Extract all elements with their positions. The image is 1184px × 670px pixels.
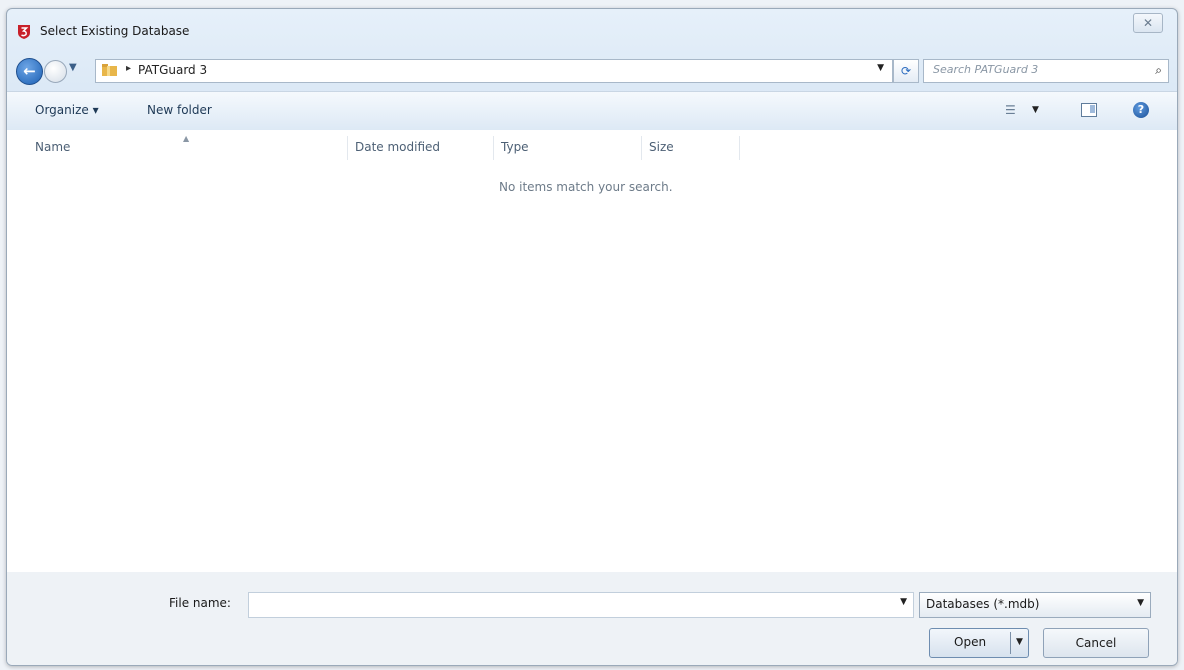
window-title: Select Existing Database bbox=[40, 24, 190, 38]
column-divider[interactable] bbox=[739, 136, 740, 160]
navigation-bar: ← ▼ ▸ PATGuard 3 ▼ ⟳ Search PATGuard 3 ⌕ bbox=[7, 54, 1177, 88]
file-type-dropdown-icon[interactable]: ▼ bbox=[1137, 598, 1144, 608]
new-folder-button[interactable]: New folder bbox=[147, 103, 212, 117]
search-icon[interactable]: ⌕ bbox=[1155, 63, 1162, 78]
recent-pages-dropdown-icon[interactable]: ▼ bbox=[69, 62, 77, 73]
breadcrumb-chevron-icon[interactable]: ▸ bbox=[126, 63, 131, 74]
dialog-footer: File name: ▼ Databases (*.mdb) ▼ Open ▼ … bbox=[7, 572, 1177, 665]
open-options-dropdown-icon[interactable]: ▼ bbox=[1016, 637, 1023, 647]
view-options-dropdown-icon[interactable]: ▼ bbox=[1032, 105, 1039, 115]
address-bar[interactable]: ▸ PATGuard 3 ▼ bbox=[95, 59, 893, 83]
file-type-value: Databases (*.mdb) bbox=[926, 597, 1040, 611]
file-list[interactable]: ▲ Name Date modified Type Size No items … bbox=[7, 130, 1177, 572]
file-name-input[interactable]: ▼ bbox=[248, 592, 914, 618]
select-database-dialog: Select Existing Database ✕ ← ▼ ▸ PATGuar… bbox=[6, 8, 1178, 666]
cancel-button[interactable]: Cancel bbox=[1043, 628, 1149, 658]
back-button[interactable]: ← bbox=[16, 58, 43, 85]
help-icon[interactable]: ? bbox=[1133, 102, 1149, 118]
title-bar: Select Existing Database ✕ bbox=[7, 9, 1177, 49]
open-split-divider bbox=[1010, 632, 1011, 654]
app-shield-icon bbox=[18, 25, 30, 39]
folder-icon bbox=[102, 64, 117, 76]
open-button[interactable]: Open ▼ bbox=[929, 628, 1029, 658]
column-divider[interactable] bbox=[347, 136, 348, 160]
open-button-label: Open bbox=[954, 635, 987, 649]
column-header-name[interactable]: Name bbox=[35, 140, 70, 154]
organize-menu-button[interactable]: Organize ▾ bbox=[35, 103, 99, 117]
address-dropdown-icon[interactable]: ▼ bbox=[877, 63, 884, 73]
command-toolbar: Organize ▾ New folder ☰ ▼ ? bbox=[7, 91, 1177, 131]
column-divider[interactable] bbox=[493, 136, 494, 160]
forward-button[interactable] bbox=[44, 60, 67, 83]
column-header-type[interactable]: Type bbox=[501, 140, 529, 154]
file-name-dropdown-icon[interactable]: ▼ bbox=[900, 597, 907, 607]
empty-folder-message: No items match your search. bbox=[499, 180, 673, 194]
search-box[interactable]: Search PATGuard 3 ⌕ bbox=[923, 59, 1169, 83]
column-header-size[interactable]: Size bbox=[649, 140, 674, 154]
file-type-select[interactable]: Databases (*.mdb) ▼ bbox=[919, 592, 1151, 618]
preview-pane-icon[interactable] bbox=[1081, 103, 1097, 117]
sort-indicator-icon: ▲ bbox=[183, 134, 190, 143]
column-divider[interactable] bbox=[641, 136, 642, 160]
file-name-label: File name: bbox=[169, 596, 231, 610]
change-view-icon[interactable]: ☰ bbox=[1005, 103, 1016, 117]
refresh-button[interactable]: ⟳ bbox=[893, 59, 919, 83]
breadcrumb-folder[interactable]: PATGuard 3 bbox=[138, 63, 207, 77]
search-placeholder: Search PATGuard 3 bbox=[933, 63, 1039, 76]
column-header-date-modified[interactable]: Date modified bbox=[355, 140, 440, 154]
close-button[interactable]: ✕ bbox=[1133, 13, 1163, 33]
